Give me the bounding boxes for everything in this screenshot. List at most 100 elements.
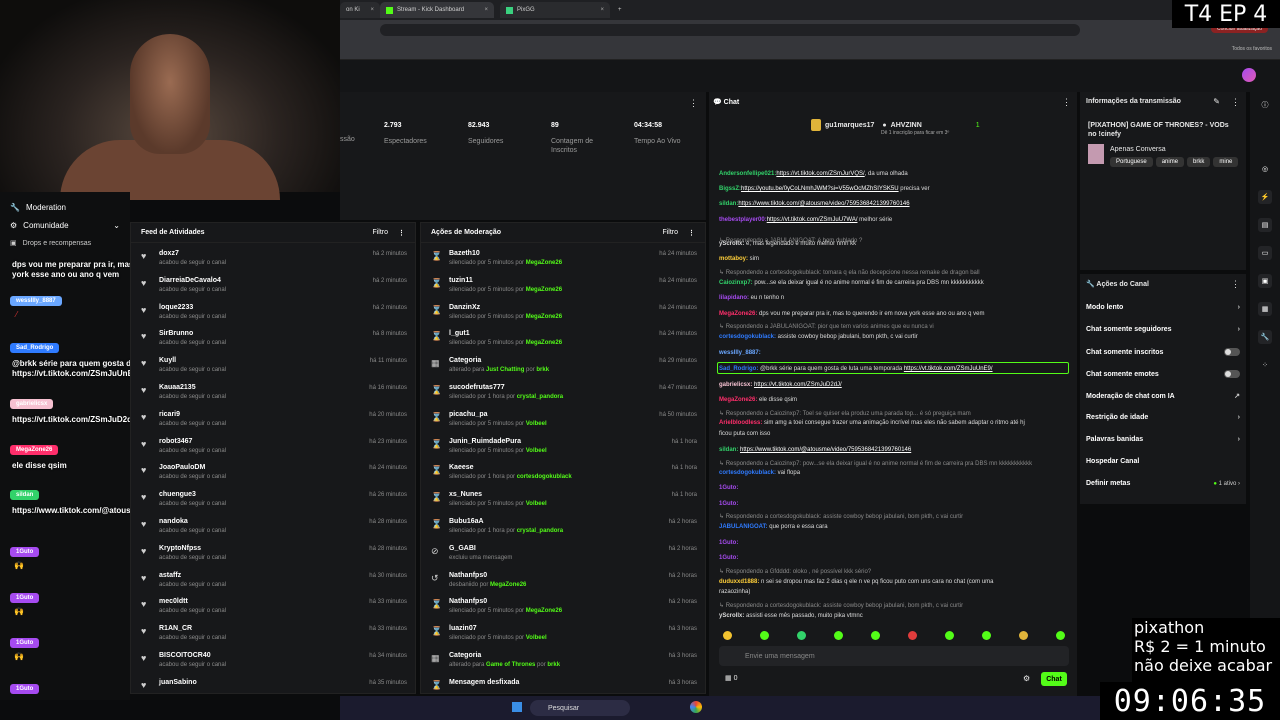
mod-action-row[interactable]: ▦ Categoria alterado para Game of Thrones … [421, 649, 705, 675]
emote-icon[interactable] [945, 631, 954, 640]
activity-row[interactable]: ♥ R1AN_CR acabou de seguir o canal há 33 mi… [131, 622, 415, 648]
clipboard-icon[interactable]: ▤ [1258, 218, 1272, 232]
channel-action[interactable]: Definir metas ● 1 ativo › [1086, 480, 1240, 487]
chat-message[interactable]: BigssZ:https://youtu.be/0yCoLNmhJWM?si=V… [719, 185, 1069, 193]
community-menu[interactable]: ⚙ Comunidade ⌄ [0, 216, 130, 234]
activity-row[interactable]: ♥ Kuyll acabou de seguir o canal há 11 minu… [131, 354, 415, 380]
chat-icon[interactable]: ▭ [1258, 246, 1272, 260]
mod-action-row[interactable]: ⌛ xs_Nunes silenciado por 5 minutos por Vo… [421, 488, 705, 514]
box-icon[interactable]: ▣ [1258, 274, 1272, 288]
chat-reply-context[interactable]: ↳ Respondendo a JABULANIGOAT: pior que t… [719, 323, 1069, 331]
more-options-icon[interactable]: ⋮ [398, 229, 405, 237]
mod-action-row[interactable]: ⌛ picachu_pa silenciado por 5 minutos por … [421, 408, 705, 434]
channel-action[interactable]: Restrição de idade › [1086, 414, 1240, 421]
chat-message[interactable]: yScrollx: é, mas legendado é muito melho… [719, 240, 1069, 248]
activity-row[interactable]: ♥ nandoka acabou de seguir o canal há 28 mi… [131, 515, 415, 541]
more-options-icon[interactable]: ⋮ [689, 98, 698, 109]
new-tab-button[interactable]: + [612, 2, 626, 18]
address-bar[interactable] [380, 24, 1080, 36]
chat-reply-context[interactable]: ↳ Respondendo a cortesdogokublack: assis… [719, 602, 1069, 610]
emote-icon[interactable] [908, 631, 917, 640]
channel-action[interactable]: Palavras banidas › [1086, 436, 1240, 443]
mod-action-row[interactable]: ⌛ luazin07 silenciado por 5 minutos por Vo… [421, 622, 705, 648]
browser-tab[interactable]: on Ki × [340, 2, 380, 18]
chat-reply-context[interactable]: ↳ Respondendo a Caiozinxp7: Toel se quis… [719, 410, 1069, 418]
avatar[interactable] [1242, 68, 1256, 82]
activity-row[interactable]: ♥ Kauaa2135 acabou de seguir o canal há 16 … [131, 381, 415, 407]
mod-action-row[interactable]: ⌛ tuzin11 silenciado por 5 minutos por Meg… [421, 274, 705, 300]
emote-icon[interactable] [1019, 631, 1028, 640]
emote-icon[interactable] [723, 631, 732, 640]
close-icon[interactable]: × [370, 7, 374, 13]
activity-row[interactable]: ♥ robot3467 acabou de seguir o canal há 23 … [131, 435, 415, 461]
highlighted-message[interactable] [717, 362, 1069, 374]
activity-row[interactable]: ♥ chuengue3 acabou de seguir o canal há 26 … [131, 488, 415, 514]
mod-action-row[interactable]: ↺ Nathanfps0 desbaniido por MegaZone26 há 2… [421, 569, 705, 595]
activity-row[interactable]: ♥ KryptoNfpss acabou de seguir o canal há 2… [131, 542, 415, 568]
close-icon[interactable]: × [600, 7, 604, 13]
mod-action-row[interactable]: ⊘ G_GABI excluiu uma mensagem há 2 horas [421, 542, 705, 568]
emote-icon[interactable] [797, 631, 806, 640]
chat-message[interactable]: MegaZone26: dps vou me preparar pra ir, … [719, 310, 1069, 318]
more-options-icon[interactable]: ⋮ [688, 229, 695, 237]
chat-message[interactable]: 1Guto: [719, 554, 1069, 562]
filter-button[interactable]: Filtro [662, 229, 678, 236]
send-chat-button[interactable]: Chat [1041, 672, 1067, 686]
activity-row[interactable]: ♥ doxz7 acabou de seguir o canal há 2 minut… [131, 247, 415, 273]
info-icon[interactable]: ⓘ [1258, 98, 1272, 112]
emote-icon[interactable] [834, 631, 843, 640]
activity-row[interactable]: ♥ mec0ldtt acabou de seguir o canal há 33 m… [131, 595, 415, 621]
channel-action[interactable]: Chat somente seguidores › [1086, 326, 1240, 333]
points-display[interactable]: ▦ 0 [725, 674, 737, 682]
taskbar-search[interactable]: Pesquisar [530, 700, 630, 716]
toggle-switch[interactable] [1224, 348, 1240, 356]
chat-message[interactable]: cortesdogokublack: assiste cowboy bebop … [719, 333, 1069, 341]
more-options-icon[interactable]: ⋮ [1231, 279, 1240, 290]
activity-row[interactable]: ♥ JoaoPauloDM acabou de seguir o canal há 2… [131, 461, 415, 487]
chrome-icon[interactable] [690, 701, 702, 713]
toggle-switch[interactable] [1224, 370, 1240, 378]
chat-message[interactable]: lilapidano: eu n tenho n [719, 294, 1069, 302]
mod-action-row[interactable]: ⌛ Kaeese silenciado por 1 hora por cortesd… [421, 461, 705, 487]
close-icon[interactable]: × [484, 7, 488, 13]
activity-row[interactable]: ♥ BISCOITOCR40 acabou de seguir o canal há … [131, 649, 415, 675]
channel-action[interactable]: Moderação de chat com IA ↗ [1086, 392, 1240, 401]
chat-message[interactable]: thebestplayer00:https://vt.tiktok.com/ZS… [719, 216, 1069, 224]
chat-message[interactable]: duduxxd1888: n sei se dropou mas faz 2 d… [719, 578, 1069, 586]
chat-message[interactable]: ficou puta com isso [719, 430, 1069, 438]
chat-message[interactable]: Caiozinxp7: pow...se ela deixar igual é … [719, 279, 1069, 287]
channel-action[interactable]: Chat somente emotes [1086, 370, 1240, 378]
chat-input[interactable]: Envie uma mensagem [719, 646, 1069, 666]
activity-row[interactable]: ♥ SirBrunno acabou de seguir o canal há 8 m… [131, 327, 415, 353]
chat-message[interactable]: gabrielicsx: https://vt.tiktok.com/ZSmJu… [719, 381, 1069, 389]
apps-icon[interactable]: ⁘ [1258, 358, 1272, 372]
edit-icon[interactable]: ✎ [1213, 97, 1220, 106]
chat-message[interactable]: sildan: https://www.tiktok.com/@atousme/… [719, 446, 1069, 454]
mod-action-row[interactable]: ⌛ Bazeth10 silenciado por 5 minutos por Me… [421, 247, 705, 273]
chat-message[interactable]: 1Guto: [719, 539, 1069, 547]
chat-message[interactable]: razaozinha) [719, 588, 1069, 596]
chat-message[interactable]: Andersonfellipe021:https://vt.tiktok.com… [719, 170, 1069, 178]
channel-action[interactable]: Hospedar Canal [1086, 458, 1240, 465]
chat-message[interactable]: wessllly_8887: [719, 349, 1069, 357]
chat-message[interactable]: mottaboy: sim [719, 255, 1069, 263]
chat-message[interactable]: 1Guto: [719, 484, 1069, 492]
mod-action-row[interactable]: ⌛ Bubu16aA silenciado por 1 hora por cryst… [421, 515, 705, 541]
drops-menu[interactable]: ▣ Drops e recompensas [0, 234, 130, 252]
channel-action[interactable]: Modo lento › [1086, 304, 1240, 311]
more-options-icon[interactable]: ⋮ [1062, 97, 1071, 108]
gear-icon[interactable]: ⚙ [1023, 674, 1030, 683]
chat-reply-context[interactable]: ↳ Respondendo a Caiozinxp7: pow...se ela… [719, 460, 1069, 468]
windows-start-icon[interactable] [512, 702, 522, 712]
camera-icon[interactable]: ◎ [1258, 162, 1272, 176]
moderation-header[interactable]: 🔧 Moderation [0, 198, 130, 216]
chat-message[interactable]: Arielbloodless: sim amg a toei consegue … [719, 419, 1069, 427]
activity-row[interactable]: ♥ astaffz acabou de seguir o canal há 30 mi… [131, 569, 415, 595]
emote-icon[interactable] [1056, 631, 1065, 640]
chat-reply-context[interactable]: ↳ Respondendo a cortesdogokublack: tomar… [719, 269, 1069, 277]
browser-tab-kick[interactable]: Stream - Kick Dashboard × [380, 2, 494, 18]
activity-row[interactable]: ♥ ricari9 acabou de seguir o canal há 20 mi… [131, 408, 415, 434]
wrench-icon[interactable]: 🔧 [1258, 330, 1272, 344]
more-options-icon[interactable]: ⋮ [1231, 97, 1240, 108]
mod-action-row[interactable]: ⌛ sucodefrutas777 silenciado por 1 hora po… [421, 381, 705, 407]
